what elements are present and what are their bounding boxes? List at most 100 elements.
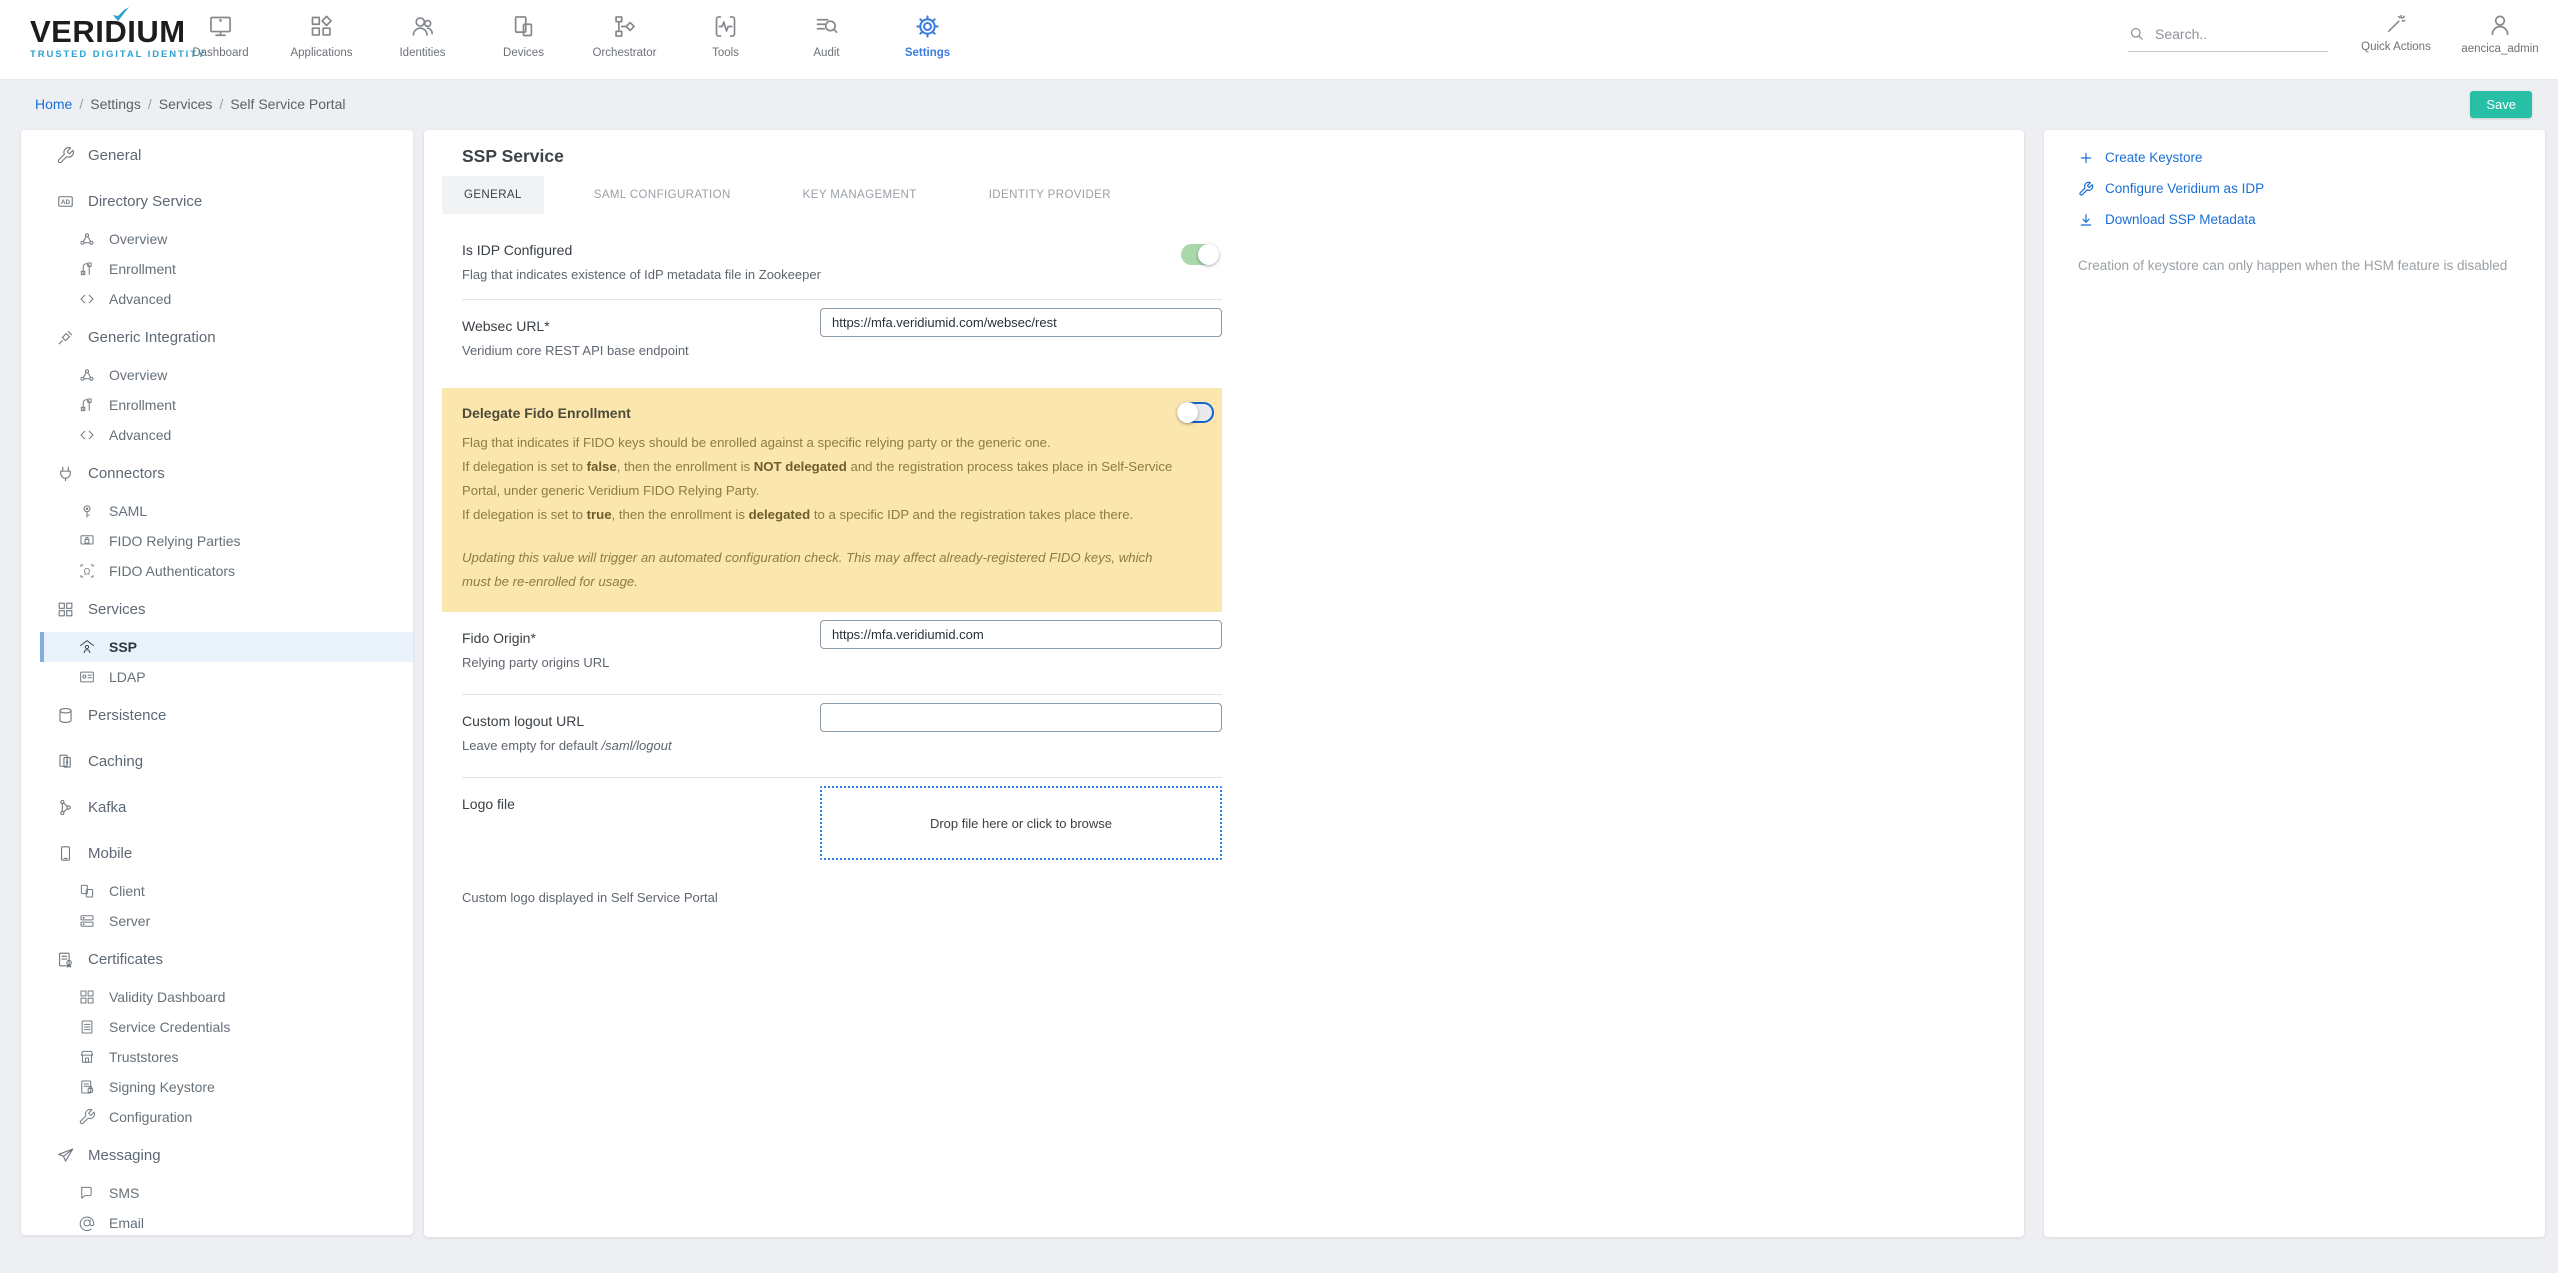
sidebar-item-sms[interactable]: SMS — [21, 1178, 413, 1208]
tools-icon — [712, 13, 739, 40]
sidebar-item-persistence[interactable]: Persistence — [21, 692, 413, 738]
search-input[interactable] — [2155, 26, 2305, 42]
paper-plane-icon — [56, 1146, 75, 1165]
sidebar-item-label: Overview — [109, 231, 167, 247]
websec-url-input[interactable] — [820, 308, 1222, 337]
sidebar-item-generic-integration[interactable]: Generic Integration — [21, 314, 413, 360]
database-icon — [56, 706, 75, 725]
store-icon — [78, 1048, 96, 1066]
delegate-fido-toggle[interactable] — [1177, 402, 1214, 423]
sidebar-item-overview[interactable]: Overview — [21, 360, 413, 390]
user-menu[interactable]: aencica_admin — [2450, 12, 2550, 55]
tab-general[interactable]: GENERAL — [442, 176, 544, 214]
field-fido-origin: Fido Origin* Relying party origins URL — [462, 612, 1222, 695]
sidebar-item-label: Kafka — [88, 799, 126, 816]
save-button[interactable]: Save — [2470, 91, 2532, 118]
network-icon — [78, 366, 96, 384]
sidebar-item-configuration[interactable]: Configuration — [21, 1102, 413, 1132]
sidebar-item-enrollment[interactable]: Enrollment — [21, 390, 413, 420]
logo-dropzone[interactable]: Drop file here or click to browse — [820, 786, 1222, 860]
enrollment-icon — [78, 396, 96, 414]
sidebar-item-label: Client — [109, 883, 145, 899]
custom-logout-url-input[interactable] — [820, 703, 1222, 732]
key-icon — [78, 502, 96, 520]
sidebar-item-advanced[interactable]: Advanced — [21, 420, 413, 450]
sidebar-item-overview[interactable]: Overview — [21, 224, 413, 254]
nav-item-dashboard[interactable]: Dashboard — [170, 0, 271, 80]
home-user-icon — [78, 638, 96, 656]
sidebar-item-server[interactable]: Server — [21, 906, 413, 936]
sidebar-item-label: Certificates — [88, 951, 163, 968]
sidebar-item-messaging[interactable]: Messaging — [21, 1132, 413, 1178]
nav-item-tools[interactable]: Tools — [675, 0, 776, 80]
nav-label: Audit — [813, 47, 839, 59]
sidebar-item-caching[interactable]: Caching — [21, 738, 413, 784]
sidebar-item-saml[interactable]: SAML — [21, 496, 413, 526]
action-link-label: Download SSP Metadata — [2105, 212, 2256, 228]
sidebar-item-signing-keystore[interactable]: Signing Keystore — [21, 1072, 413, 1102]
sidebar-item-ldap[interactable]: LDAP — [21, 662, 413, 692]
sidebar-item-service-credentials[interactable]: Service Credentials — [21, 1012, 413, 1042]
monitor-icon — [207, 13, 234, 40]
action-link-configure-veridium-as-idp[interactable]: Configure Veridium as IDP — [2078, 181, 2515, 197]
sidebar-item-client[interactable]: Client — [21, 876, 413, 906]
sidebar-item-advanced[interactable]: Advanced — [21, 284, 413, 314]
sidebar-item-email[interactable]: Email — [21, 1208, 413, 1235]
sidebar-item-label: Directory Service — [88, 193, 202, 210]
tab-saml-configuration[interactable]: SAML CONFIGURATION — [572, 176, 753, 214]
description-line: Flag that indicates if FIDO keys should … — [462, 431, 1182, 455]
sidebar-item-label: Configuration — [109, 1109, 192, 1125]
fido-origin-input[interactable] — [820, 620, 1222, 649]
sidebar-item-fido-relying-parties[interactable]: FIDO Relying Parties — [21, 526, 413, 556]
action-link-create-keystore[interactable]: Create Keystore — [2078, 150, 2515, 166]
sidebar-item-label: LDAP — [109, 669, 146, 685]
nav-item-orchestrator[interactable]: Orchestrator — [574, 0, 675, 80]
sidebar-item-label: Generic Integration — [88, 329, 216, 346]
code-icon — [78, 426, 96, 444]
action-link-download-ssp-metadata[interactable]: Download SSP Metadata — [2078, 212, 2515, 228]
check-logo-icon — [111, 6, 131, 24]
sidebar-item-label: Caching — [88, 753, 143, 770]
actions-panel: Create Keystore Configure Veridium as IDP… — [2044, 130, 2545, 1237]
sidebar-item-fido-authenticators[interactable]: ΩFIDO Authenticators — [21, 556, 413, 586]
sidebar-item-ssp[interactable]: SSP — [40, 632, 413, 662]
breadcrumb-item-settings[interactable]: Settings — [90, 96, 141, 112]
sidebar-item-truststores[interactable]: Truststores — [21, 1042, 413, 1072]
tab-identity-provider[interactable]: IDENTITY PROVIDER — [967, 176, 1133, 214]
is-idp-toggle[interactable] — [1181, 244, 1218, 265]
nav-item-applications[interactable]: Applications — [271, 0, 372, 80]
nav-item-audit[interactable]: Audit — [776, 0, 877, 80]
sidebar-item-directory-service[interactable]: ADDirectory Service — [21, 178, 413, 224]
doc-lock-icon — [78, 1078, 96, 1096]
username-label: aencica_admin — [2461, 43, 2538, 55]
sidebar-item-label: Truststores — [109, 1049, 179, 1065]
field-help: Leave empty for default /saml/logout — [462, 738, 1222, 753]
sidebar-item-general[interactable]: General — [21, 132, 413, 178]
sidebar-item-label: Signing Keystore — [109, 1079, 215, 1095]
identities-icon — [409, 13, 436, 40]
devices-icon — [510, 13, 537, 40]
breadcrumb-item-home[interactable]: Home — [35, 96, 72, 112]
chat-icon — [78, 1184, 96, 1202]
sidebar-item-certificates[interactable]: Certificates — [21, 936, 413, 982]
tab-key-management[interactable]: KEY MANAGEMENT — [781, 176, 939, 214]
sidebar-item-label: SSP — [109, 639, 137, 655]
nav-label: Tools — [712, 47, 739, 59]
sidebar-item-connectors[interactable]: Connectors — [21, 450, 413, 496]
sidebar-item-services[interactable]: Services — [21, 586, 413, 632]
breadcrumb-item-services[interactable]: Services — [159, 96, 213, 112]
nav-item-identities[interactable]: Identities — [372, 0, 473, 80]
nav-item-devices[interactable]: Devices — [473, 0, 574, 80]
quick-actions-button[interactable]: Quick Actions — [2346, 12, 2446, 53]
sidebar-item-enrollment[interactable]: Enrollment — [21, 254, 413, 284]
nav-label: Devices — [503, 47, 544, 59]
sidebar-item-validity-dashboard[interactable]: Validity Dashboard — [21, 982, 413, 1012]
field-logo-file: Logo file Drop file here or click to bro… — [462, 778, 1222, 876]
sidebar-item-kafka[interactable]: Kafka — [21, 784, 413, 830]
field-help: Flag that indicates existence of IdP met… — [462, 267, 1222, 282]
breadcrumb-item-self-service-portal[interactable]: Self Service Portal — [230, 96, 345, 112]
field-websec-url: Websec URL* Veridium core REST API base … — [462, 300, 1222, 382]
sidebar-item-mobile[interactable]: Mobile — [21, 830, 413, 876]
sidebar-item-label: Validity Dashboard — [109, 989, 225, 1005]
nav-item-settings[interactable]: Settings — [877, 0, 978, 80]
